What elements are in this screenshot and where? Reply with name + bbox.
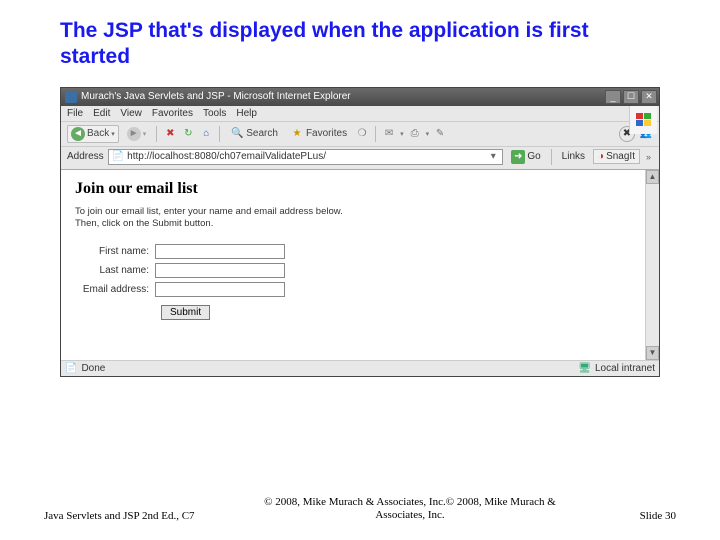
statusbar: 📄 Done 🖥 Local intranet (61, 360, 659, 376)
submit-button[interactable]: Submit (161, 305, 210, 320)
back-button[interactable]: ◄ Back ▾ (67, 125, 119, 143)
toolbar: ◄ Back ▾ ► ▾ ✖ ↻ ⌂ 🔍 Search ★ Favorites … (61, 122, 659, 147)
maximize-button[interactable]: ☐ (623, 90, 639, 104)
scroll-up-icon[interactable]: ▲ (646, 170, 659, 184)
overflow-icon[interactable]: » (644, 152, 653, 162)
first-name-label: First name: (75, 246, 155, 257)
zone-text: Local intranet (595, 363, 655, 374)
form-row-first: First name: (75, 244, 645, 259)
close-button[interactable]: ✕ (641, 90, 657, 104)
snagit-button[interactable]: ◑ SnagIt (593, 149, 640, 164)
last-name-label: Last name: (75, 265, 155, 276)
dropdown-icon: ▾ (143, 130, 147, 138)
windows-logo-icon (629, 106, 657, 134)
dropdown-icon: ▾ (111, 130, 115, 138)
back-label: Back (87, 128, 109, 139)
search-icon: 🔍 (230, 127, 244, 141)
refresh-icon[interactable]: ↻ (181, 127, 195, 141)
separator (219, 126, 220, 142)
go-label: Go (527, 151, 540, 162)
back-icon: ◄ (71, 127, 85, 141)
footer-left: Java Servlets and JSP 2nd Ed., C7 (44, 510, 244, 522)
stop-icon[interactable]: ✖ (163, 127, 177, 141)
scrollbar[interactable]: ▲ ▼ (645, 170, 659, 360)
form-row-email: Email address: (75, 282, 645, 297)
go-icon: ➜ (511, 150, 525, 164)
address-input[interactable]: 📄 http://localhost:8080/ch07emailValidat… (108, 149, 504, 165)
favorites-label: Favorites (306, 128, 347, 139)
email-label: Email address: (75, 284, 155, 295)
status-text: Done (81, 363, 105, 374)
links-label[interactable]: Links (558, 151, 589, 162)
last-name-input[interactable] (155, 263, 285, 278)
edit-icon[interactable]: ✎ (433, 127, 447, 141)
separator (156, 126, 157, 142)
form-row-last: Last name: (75, 263, 645, 278)
dropdown-icon: ▾ (400, 130, 404, 138)
ie-icon (65, 91, 77, 103)
favorites-button[interactable]: ★ Favorites (286, 125, 351, 143)
scroll-track[interactable] (646, 184, 659, 346)
browser-window: Murach's Java Servlets and JSP - Microso… (60, 87, 660, 377)
mail-icon[interactable]: ✉ (382, 127, 396, 141)
media-icon[interactable]: ❍ (355, 127, 369, 141)
footer-slide-number: Slide 30 (576, 510, 676, 522)
go-button[interactable]: ➜ Go (507, 149, 544, 165)
star-icon: ★ (290, 127, 304, 141)
page-icon: 📄 (65, 363, 77, 374)
search-button[interactable]: 🔍 Search (226, 125, 282, 143)
forward-button[interactable]: ► ▾ (123, 125, 151, 143)
menu-help[interactable]: Help (236, 108, 257, 119)
scroll-down-icon[interactable]: ▼ (646, 346, 659, 360)
separator (551, 149, 552, 165)
titlebar: Murach's Java Servlets and JSP - Microso… (61, 88, 659, 106)
menu-favorites[interactable]: Favorites (152, 108, 193, 119)
minimize-button[interactable]: _ (605, 90, 621, 104)
footer-copyright: © 2008, Mike Murach & Associates, Inc.© … (244, 496, 576, 522)
forward-icon: ► (127, 127, 141, 141)
menu-edit[interactable]: Edit (93, 108, 110, 119)
page-heading: Join our email list (75, 180, 645, 198)
dropdown-icon[interactable]: ▾ (487, 151, 499, 162)
snagit-label: SnagIt (606, 151, 635, 162)
page-icon: 📄 (112, 151, 124, 162)
addressbar: Address 📄 http://localhost:8080/ch07emai… (61, 147, 659, 170)
address-url: http://localhost:8080/ch07emailValidateP… (127, 151, 484, 162)
slide-footer: Java Servlets and JSP 2nd Ed., C7 © 2008… (0, 496, 720, 522)
print-icon[interactable]: ⎙ (408, 127, 422, 141)
page-intro: To join our email list, enter your name … (75, 206, 645, 231)
slide-title: The JSP that's displayed when the applic… (0, 0, 720, 81)
menubar: File Edit View Favorites Tools Help (61, 106, 659, 122)
dropdown-icon: ▾ (426, 130, 430, 138)
menu-tools[interactable]: Tools (203, 108, 226, 119)
first-name-input[interactable] (155, 244, 285, 259)
menu-view[interactable]: View (120, 108, 142, 119)
page-content: Join our email list To join our email li… (61, 170, 659, 360)
search-label: Search (246, 128, 278, 139)
address-label: Address (67, 151, 104, 162)
snagit-icon: ◑ (598, 151, 604, 162)
home-icon[interactable]: ⌂ (199, 127, 213, 141)
menu-file[interactable]: File (67, 108, 83, 119)
window-title: Murach's Java Servlets and JSP - Microso… (81, 91, 605, 102)
zone-icon: 🖥 (578, 363, 591, 374)
separator (375, 126, 376, 142)
email-input[interactable] (155, 282, 285, 297)
